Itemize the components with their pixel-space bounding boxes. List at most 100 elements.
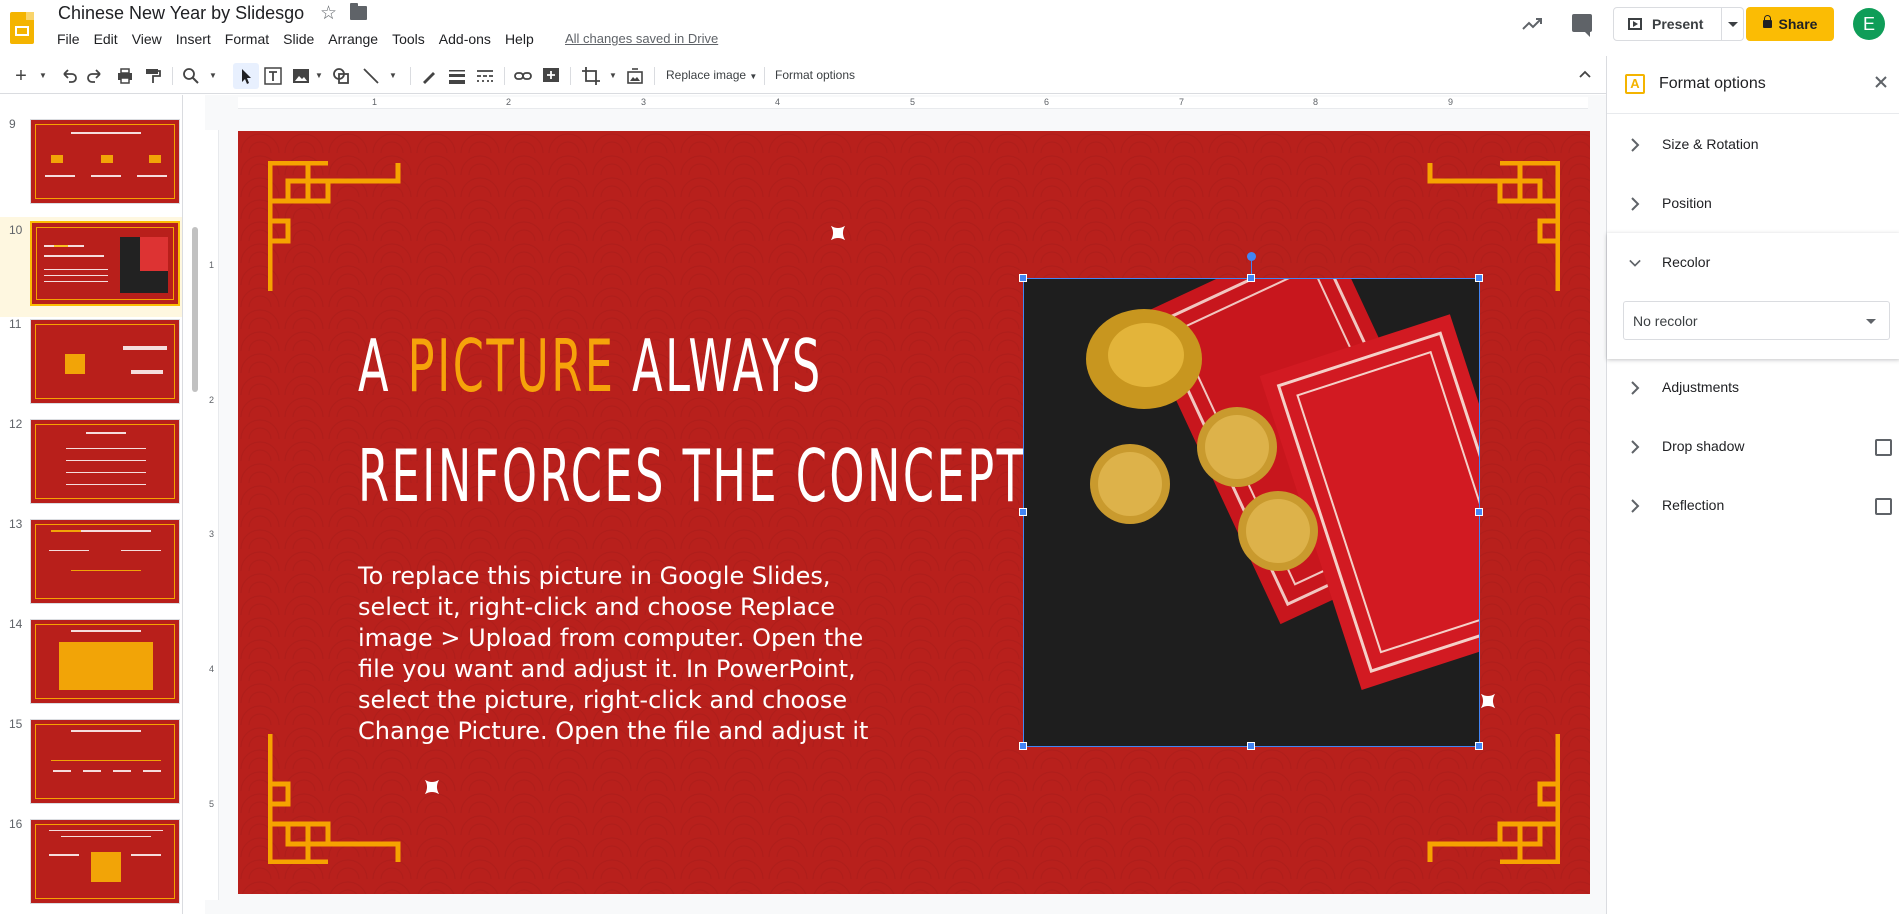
resize-handle-top-right[interactable]	[1475, 274, 1483, 282]
print-icon[interactable]	[114, 65, 136, 87]
horizontal-ruler[interactable]: 1 2 3 4 5 6 7 8 9	[238, 97, 1588, 109]
crop-dropdown-icon[interactable]: ▼	[602, 65, 624, 87]
new-slide-plus-icon[interactable]: +	[10, 65, 32, 87]
redo-icon[interactable]	[84, 65, 106, 87]
star-icon[interactable]: ☆	[320, 2, 337, 25]
menu-addons[interactable]: Add-ons	[439, 31, 491, 47]
slide-thumbnail-10[interactable]: 10	[0, 217, 182, 317]
vertical-ruler[interactable]: 1 2 3 4 5	[205, 130, 219, 900]
border-color-icon[interactable]	[418, 65, 440, 87]
resize-handle-bottom[interactable]	[1247, 742, 1255, 750]
text-box-icon[interactable]	[262, 65, 284, 87]
share-button[interactable]: Share	[1746, 7, 1834, 41]
section-adjustments[interactable]: Adjustments	[1607, 359, 1899, 417]
slide-canvas[interactable]: A PICTURE ALWAYS REINFORCES THE CONCEPT …	[238, 131, 1590, 894]
cursor-arrow-icon[interactable]	[235, 65, 257, 87]
link-icon[interactable]	[512, 65, 534, 87]
slide-number: 12	[9, 417, 23, 431]
heading-text: A	[358, 324, 408, 408]
menu-format[interactable]: Format	[225, 31, 269, 47]
border-dash-icon[interactable]	[474, 65, 496, 87]
menu-edit[interactable]: Edit	[94, 31, 118, 47]
present-dropdown-button[interactable]	[1722, 7, 1744, 41]
slide-number: 16	[9, 817, 23, 831]
slide-thumbnail-15[interactable]: 15	[0, 717, 182, 817]
slides-logo-icon[interactable]	[10, 12, 34, 44]
line-dropdown-icon[interactable]: ▼	[382, 65, 404, 87]
resize-handle-right[interactable]	[1475, 508, 1483, 516]
resize-handle-top[interactable]	[1247, 274, 1255, 282]
section-size-rotation[interactable]: Size & Rotation	[1607, 116, 1899, 174]
resize-handle-top-left[interactable]	[1019, 274, 1027, 282]
shape-icon[interactable]	[330, 65, 352, 87]
present-button[interactable]: Present	[1613, 7, 1722, 41]
save-status-link[interactable]: All changes saved in Drive	[565, 31, 718, 46]
filmstrip-scrollbar[interactable]	[192, 227, 198, 392]
ruler-tick-label: 2	[209, 395, 215, 405]
section-label: Adjustments	[1662, 379, 1740, 395]
format-options-icon: A	[1625, 74, 1645, 94]
play-icon	[1628, 18, 1642, 30]
close-icon[interactable]	[1873, 74, 1889, 90]
image-selection-box	[1023, 278, 1480, 747]
slide-thumbnail-13[interactable]: 13	[0, 517, 182, 617]
zoom-dropdown-icon[interactable]: ▼	[202, 65, 224, 87]
heading-text: ALWAYS	[615, 324, 823, 408]
slide-heading[interactable]: A PICTURE ALWAYS REINFORCES THE CONCEPT	[358, 311, 1027, 531]
slide-preview	[30, 719, 180, 804]
folder-icon[interactable]	[350, 3, 367, 20]
slide-number: 13	[9, 517, 23, 531]
crop-icon[interactable]	[580, 65, 602, 87]
ruler-tick-label: 7	[1179, 97, 1185, 107]
chevron-down-icon	[1629, 259, 1641, 267]
slide-thumbnail-12[interactable]: 12	[0, 417, 182, 517]
undo-icon[interactable]	[58, 65, 80, 87]
border-weight-icon[interactable]	[446, 65, 468, 87]
slide-filmstrip[interactable]: 9 10 11 12 13 14 15 16	[0, 95, 183, 914]
ruler-tick-label: 3	[209, 529, 215, 539]
section-position[interactable]: Position	[1607, 175, 1899, 233]
slide-thumbnail-9[interactable]: 9	[0, 117, 182, 217]
slide-thumbnail-14[interactable]: 14	[0, 617, 182, 717]
ruler-tick-label: 2	[506, 97, 512, 107]
slide-thumbnail-16[interactable]: 16	[0, 817, 182, 914]
menu-arrange[interactable]: Arrange	[328, 31, 378, 47]
slide-thumbnail-11[interactable]: 11	[0, 317, 182, 417]
resize-handle-bottom-right[interactable]	[1475, 742, 1483, 750]
rotation-handle[interactable]	[1247, 252, 1256, 261]
ruler-tick-label: 3	[641, 97, 647, 107]
menu-insert[interactable]: Insert	[176, 31, 211, 47]
slide-body-text[interactable]: To replace this picture in Google Slides…	[358, 561, 878, 747]
document-title[interactable]: Chinese New Year by Slidesgo	[58, 3, 304, 24]
menu-tools[interactable]: Tools	[392, 31, 425, 47]
section-reflection[interactable]: Reflection	[1607, 477, 1899, 535]
resize-handle-bottom-left[interactable]	[1019, 742, 1027, 750]
user-avatar[interactable]: E	[1853, 8, 1885, 40]
section-recolor[interactable]: Recolor	[1607, 234, 1899, 292]
collapse-toolbar-icon[interactable]	[1578, 67, 1592, 81]
paint-format-icon[interactable]	[142, 65, 164, 87]
menu-slide[interactable]: Slide	[283, 31, 314, 47]
image-dropdown-icon[interactable]: ▼	[308, 65, 330, 87]
drop-shadow-checkbox[interactable]	[1875, 439, 1892, 456]
heading-line-2: REINFORCES THE CONCEPT	[358, 434, 1027, 518]
zoom-icon[interactable]	[180, 65, 202, 87]
reflection-checkbox[interactable]	[1875, 498, 1892, 515]
add-comment-icon[interactable]	[540, 65, 562, 87]
new-slide-dropdown-icon[interactable]: ▼	[32, 65, 54, 87]
format-options-button[interactable]: Format options	[775, 68, 855, 82]
section-drop-shadow[interactable]: Drop shadow	[1607, 418, 1899, 476]
slide-number: 14	[9, 617, 23, 631]
resize-handle-left[interactable]	[1019, 508, 1027, 516]
chevron-right-icon	[1631, 440, 1640, 454]
menu-help[interactable]: Help	[505, 31, 534, 47]
toolbar-separator	[654, 67, 655, 85]
comment-icon[interactable]	[1572, 14, 1592, 37]
activity-trend-icon[interactable]	[1520, 12, 1544, 36]
recolor-select[interactable]: No recolor	[1623, 301, 1890, 340]
menu-view[interactable]: View	[132, 31, 162, 47]
line-icon[interactable]	[360, 65, 382, 87]
replace-image-button[interactable]: Replace image ▼	[666, 68, 757, 82]
menu-file[interactable]: File	[57, 31, 80, 47]
reset-image-icon[interactable]	[624, 65, 646, 87]
